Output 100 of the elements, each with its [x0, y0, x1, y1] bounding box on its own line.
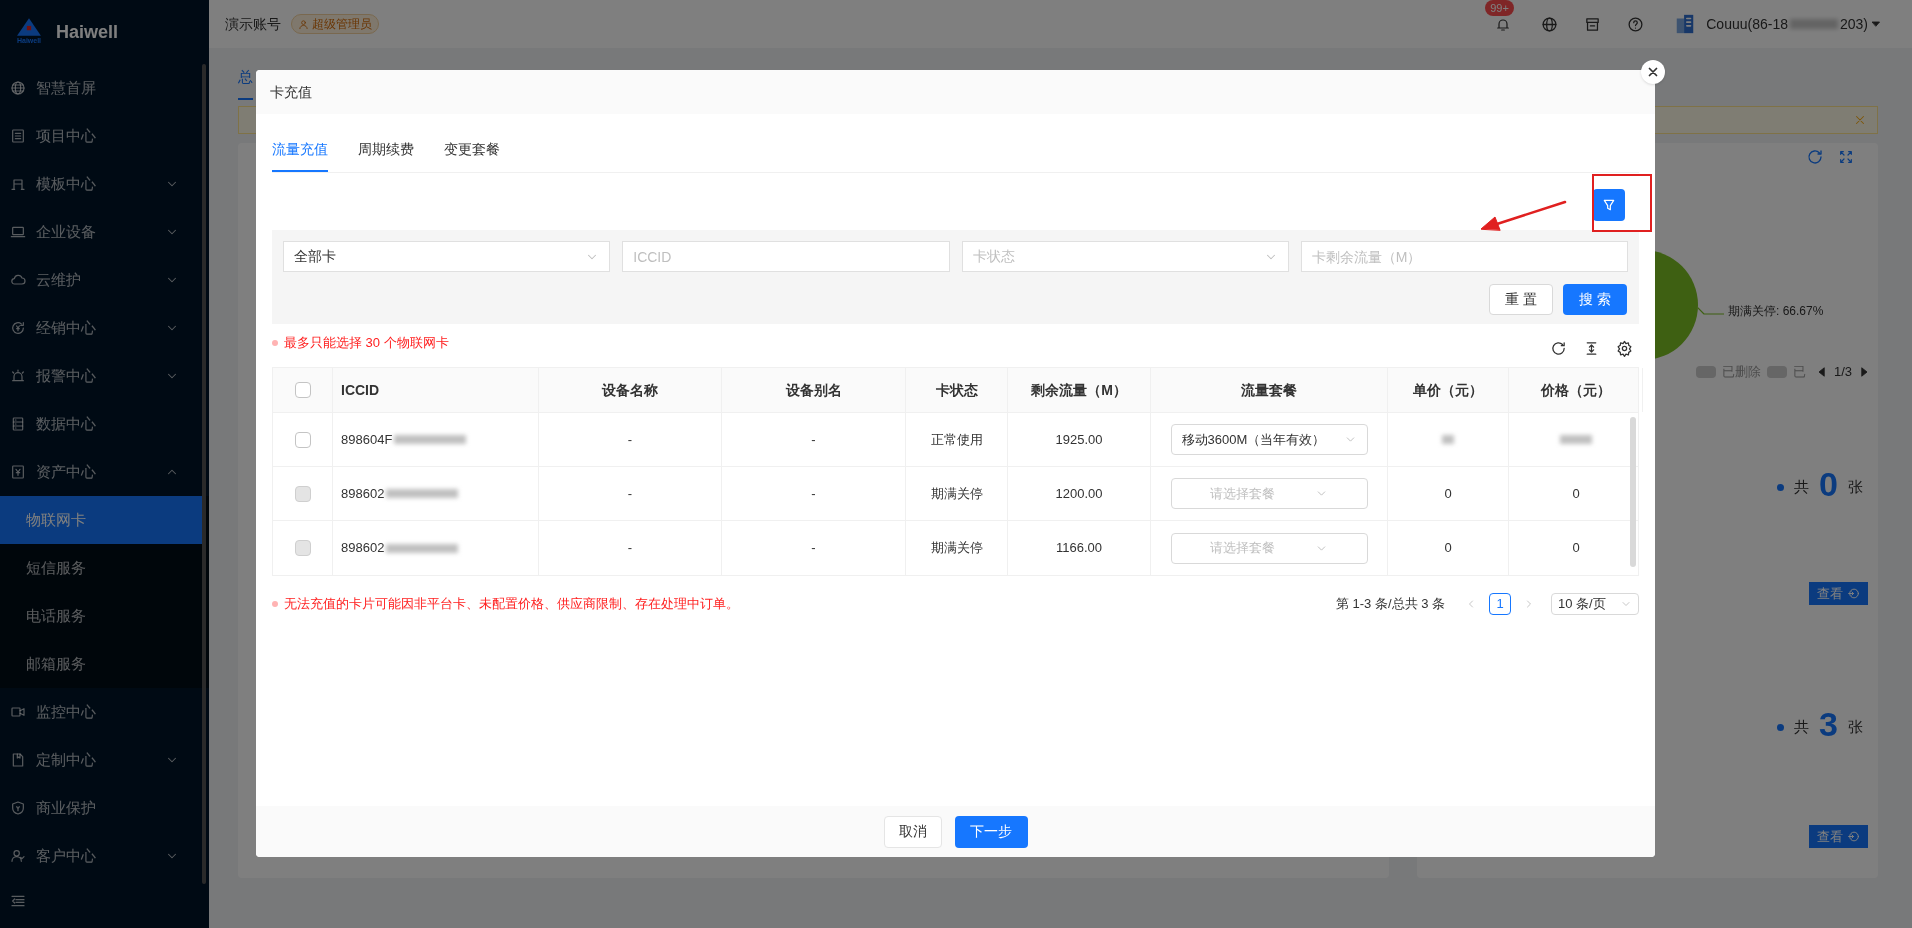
settings-icon	[1616, 340, 1633, 357]
refresh-icon	[1806, 148, 1824, 166]
sidebar-item[interactable]: 物联网卡	[0, 496, 203, 544]
stat-unit: 张	[1848, 476, 1863, 497]
column-header: 价格（元）	[1509, 368, 1643, 412]
table-cell: -	[539, 413, 722, 466]
tab[interactable]: 流量充值	[272, 128, 328, 172]
blurred-text	[1442, 435, 1454, 444]
cloud-icon	[10, 272, 26, 288]
table-cell: 正常使用	[906, 413, 1008, 466]
scrollbar[interactable]	[1630, 417, 1636, 567]
coin-icon	[10, 320, 26, 336]
table-cell-text: 898602	[341, 539, 385, 558]
column-header: 剩余流量（M）	[1008, 368, 1151, 412]
select-field[interactable]: 全部卡	[283, 241, 611, 272]
user-icon	[10, 848, 26, 864]
account-name: 演示账号	[225, 14, 281, 34]
table-cell-text: 898602	[341, 484, 385, 503]
close-button[interactable]	[1641, 60, 1665, 84]
tag-icon	[10, 464, 26, 480]
table-cell-text: 898604F	[341, 430, 393, 449]
checkbox[interactable]	[294, 382, 311, 398]
table-cell: 1166.00	[1008, 521, 1151, 575]
alarm-icon	[10, 368, 26, 384]
user-icon	[298, 18, 309, 30]
blurred-text	[1560, 435, 1592, 444]
logo-text: Haiwell	[56, 20, 119, 44]
blurred-text	[1789, 19, 1838, 29]
next-button[interactable]: 下一步	[954, 815, 1028, 848]
table-cell: -	[539, 521, 722, 575]
fullscreen-icon	[1838, 149, 1854, 165]
highlight-box	[1592, 174, 1652, 232]
table-cell: 1925.00	[1008, 413, 1151, 466]
table-cell: 期满关停	[906, 467, 1008, 520]
previous-icon	[1816, 366, 1828, 378]
login-icon	[1847, 830, 1860, 843]
globe-icon	[10, 80, 26, 96]
tab[interactable]: 变更套餐	[444, 128, 500, 172]
warning-note: 无法充值的卡片可能因非平台卡、未配置价格、供应商限制、存在处理中订单。	[284, 595, 739, 614]
page-size-select[interactable]: 10 条/页	[1551, 593, 1639, 615]
column-header: ICCID	[333, 368, 539, 412]
login-icon	[1847, 587, 1860, 600]
legend-swatch	[1767, 366, 1787, 378]
view-button[interactable]: 查看	[1809, 825, 1868, 848]
checkbox[interactable]	[294, 431, 311, 448]
phone-suffix: 203)	[1839, 14, 1868, 34]
pager-text: 1/3	[1834, 363, 1853, 382]
input-field[interactable]: 卡剩余流量（M）	[1300, 241, 1628, 272]
user-name[interactable]: Couuu(86-18	[1706, 13, 1788, 35]
help-icon	[1627, 15, 1645, 33]
limit-note: 最多只能选择 30 个物联网卡	[284, 333, 449, 352]
door-icon	[10, 176, 26, 192]
stat-count: 3	[1819, 703, 1838, 745]
select-field[interactable]: 卡状态	[961, 241, 1289, 272]
stat-unit: 张	[1848, 716, 1863, 737]
laptop-icon	[10, 224, 26, 240]
role-text: 超级管理员	[312, 16, 372, 33]
funnel-icon	[1601, 197, 1617, 213]
reset-button[interactable]: 重 置	[1489, 284, 1553, 315]
select-field[interactable]: 移动3600M（当年有效）	[1170, 424, 1368, 455]
tab[interactable]: 周期续费	[358, 128, 414, 172]
filter-button[interactable]	[1593, 189, 1625, 221]
stat-label: 共	[1794, 716, 1810, 737]
database-icon	[10, 416, 26, 432]
search-button[interactable]: 搜 索	[1563, 284, 1627, 315]
document-icon	[10, 752, 26, 768]
cancel-button[interactable]: 取消	[883, 815, 942, 848]
scrollbar[interactable]	[202, 64, 206, 884]
stat-label: 共	[1794, 476, 1810, 497]
view-button[interactable]: 查看	[1809, 582, 1868, 605]
collapse-menu-icon	[10, 893, 26, 909]
close-icon	[1853, 113, 1867, 127]
table-cell: 0	[1388, 521, 1509, 575]
table-cell-text: 0	[1571, 539, 1581, 558]
pagination-summary: 第 1-3 条/总共 3 条	[1335, 595, 1445, 614]
close-icon	[1646, 65, 1660, 79]
leader-line	[1698, 306, 1724, 316]
bell-icon	[1495, 16, 1512, 32]
notification-badge: 99+	[1485, 0, 1514, 16]
column-header: 单价（元）	[1388, 368, 1509, 412]
globe-icon	[1541, 15, 1559, 33]
triangle-icon	[16, 17, 42, 37]
page-button[interactable]: 1	[1489, 593, 1511, 615]
table-cell: 0	[1388, 467, 1509, 520]
tab[interactable]: 总	[238, 66, 253, 100]
column-header: 卡状态	[906, 368, 1008, 412]
dialog-title: 卡充值	[270, 82, 312, 102]
table-cell: 期满关停	[906, 521, 1008, 575]
table-cell: -	[722, 521, 906, 575]
table-cell: -	[722, 467, 906, 520]
list-icon	[10, 128, 26, 144]
input-field[interactable]: ICCID	[622, 241, 950, 272]
store-icon	[1584, 15, 1602, 33]
table-cell: -	[722, 413, 906, 466]
chart-label: 期满关停: 66.67%	[1728, 303, 1824, 320]
shield-icon	[10, 800, 26, 816]
legend-swatch	[1696, 366, 1716, 378]
column-header: 设备名称	[539, 368, 722, 412]
stat-count: 0	[1819, 463, 1838, 505]
column-header: 设备别名	[722, 368, 906, 412]
